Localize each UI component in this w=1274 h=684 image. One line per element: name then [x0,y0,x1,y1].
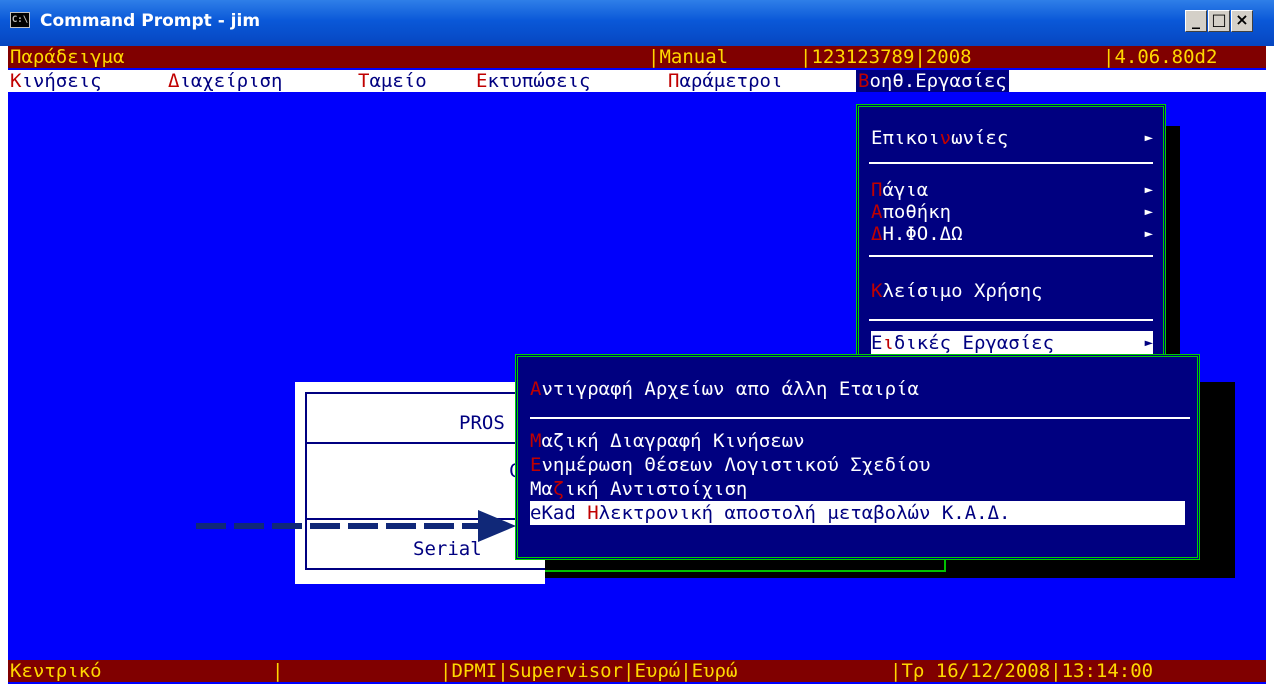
item-text: ωνίες [951,127,1009,149]
menu-item-apothiki[interactable]: Αποθήκη ► [871,201,1153,223]
submenu-arrow-icon: ► [1144,204,1153,220]
menu-label: κτυπώσεις [487,70,591,92]
item-text: νημέρωση Θέσεων Λογιστικού Σχεδίου [541,454,931,476]
submenu-arrow-icon: ► [1144,182,1153,198]
menu-item-epikoinonies[interactable]: Επικοινωνίες ► [871,126,1153,150]
menu-hotkey: Τ [358,70,370,92]
mode-label: |Manual [648,46,729,68]
item-hotkey: Η [587,502,599,524]
menu-label: ιαχείριση [179,70,283,92]
minimize-button[interactable]: _ [1185,10,1207,32]
item-hotkey: ν [939,127,952,149]
submenu-arrow-icon: ► [1144,335,1153,351]
item-hotkey: Δ [871,223,883,245]
bottom-status-bar: Κεντρικό | |DPMI|Supervisor|Ευρώ|Ευρώ |Τ… [8,660,1266,682]
item-text: δικές Εργασίες [893,332,1055,354]
menu-item-kleisimo-xrisis[interactable]: Κλείσιμο Χρήσης [871,279,1153,303]
company-code: |123123789|2008 [800,46,972,68]
item-text: αζική Διαγραφή Κινήσεων [541,430,805,452]
menu-hotkey: Β [858,70,870,92]
item-hotkey: Ε [530,454,542,476]
item-text: Ε [871,332,883,354]
maximize-button[interactable]: □ [1208,10,1230,32]
submenu-eidikes-ergasies: Αντιγραφή Αρχείων απο άλλη Εταιρία Μαζικ… [515,354,1200,560]
status-separator: | [272,660,284,682]
item-text: eKad [530,502,588,524]
menu-separator [530,417,1190,419]
menu-kiniseis[interactable]: Κινήσεις [10,70,102,92]
item-text: λεκτρονική αποστολή μεταβολών Κ.Α.Δ. [598,502,1011,524]
menu-diaxeirisi[interactable]: Διαχείριση [168,70,282,92]
dialog-divider [305,442,545,444]
item-hotkey: Α [871,201,883,223]
menu-hotkey: Κ [10,70,22,92]
item-hotkey: Π [871,179,883,201]
item-hotkey: Κ [871,280,883,302]
item-hotkey: ι [882,332,894,354]
item-text: Μα [530,478,553,500]
submenu-item-ekad[interactable]: eKad Ηλεκτρονική αποστολή μεταβολών Κ.Α.… [530,501,1185,525]
dialog-text-pros: PROS [459,412,505,434]
company-name: Παράδειγμα [10,46,125,68]
item-text: άγια [882,179,929,201]
item-text: ική Αντιστοίχιση [564,478,748,500]
submenu-arrow-icon: ► [1144,130,1153,146]
console-area: Παράδειγμα |Manual |123123789|2008 |4.06… [8,46,1266,684]
menu-voithitikes-ergasies[interactable]: Βοηθ.Εργασίες [856,70,1009,92]
menu-item-dhfodo[interactable]: ΔΗ.ΦΟ.ΔΩ ► [871,223,1153,245]
item-hotkey: Μ [530,430,542,452]
menu-label: ινήσεις [21,70,102,92]
frame-edge [545,570,946,572]
module-name: Κεντρικό [10,660,102,682]
menu-item-pagia[interactable]: Πάγια ► [871,179,1153,201]
menu-separator [869,255,1153,257]
menu-bar: Κινήσεις Διαχείριση Ταμείο Εκτυπώσεις Πα… [8,70,1266,92]
window-titlebar: C:\ Command Prompt - jim _ □ × [0,0,1274,46]
submenu-item-antistoixisi[interactable]: Μαζική Αντιστοίχιση [530,477,1190,501]
item-text: Η.ΦΟ.ΔΩ [882,223,963,245]
command-prompt-icon: C:\ [10,12,30,28]
menu-hotkey: Π [668,70,680,92]
item-hotkey: Α [530,378,542,400]
menu-label: οηθ.Εργασίες [869,70,1007,92]
session-info: |DPMI|Supervisor|Ευρώ|Ευρώ [440,660,738,682]
close-button[interactable]: × [1231,10,1253,32]
menu-label: αμείο [369,70,427,92]
submenu-arrow-icon: ► [1144,226,1153,242]
top-status-bar: Παράδειγμα |Manual |123123789|2008 |4.06… [8,46,1266,68]
menu-hotkey: Ε [476,70,488,92]
menu-hotkey: Δ [168,70,180,92]
submenu-item-antigrafi[interactable]: Αντιγραφή Αρχείων απο άλλη Εταιρία [530,377,1190,401]
item-text: Επικοι [871,127,940,149]
dropdown-menu: Επικοινωνίες ► Πάγια ► Αποθήκη ► ΔΗ.ΦΟ.ΔΩ ► … [856,104,1166,366]
pointer-arrow-icon [196,510,516,542]
menu-separator [869,162,1153,164]
item-hotkey: ζ [552,478,565,500]
submenu-item-maziki-diagrafi[interactable]: Μαζική Διαγραφή Κινήσεων [530,429,1190,453]
item-text: ντιγραφή Αρχείων απο άλλη Εταιρία [541,378,919,400]
menu-item-eidikes-ergasies[interactable]: Ειδικές Εργασίες ► [871,331,1153,355]
menu-tameio[interactable]: Ταμείο [358,70,427,92]
menu-ektyposeis[interactable]: Εκτυπώσεις [476,70,590,92]
menu-label: αράμετροι [679,70,783,92]
submenu-item-enimerosi[interactable]: Ενημέρωση Θέσεων Λογιστικού Σχεδίου [530,453,1190,477]
version-label: |4.06.80d2 [1103,46,1218,68]
date-time: |Τρ 16/12/2008|13:14:00 [890,660,1154,682]
menu-parametroi[interactable]: Παράμετροι [668,70,782,92]
item-text: λείσιμο Χρήσης [882,280,1043,302]
menu-separator [869,319,1153,321]
item-text: ποθήκη [882,201,952,223]
window-title: Command Prompt - jim [40,11,261,31]
